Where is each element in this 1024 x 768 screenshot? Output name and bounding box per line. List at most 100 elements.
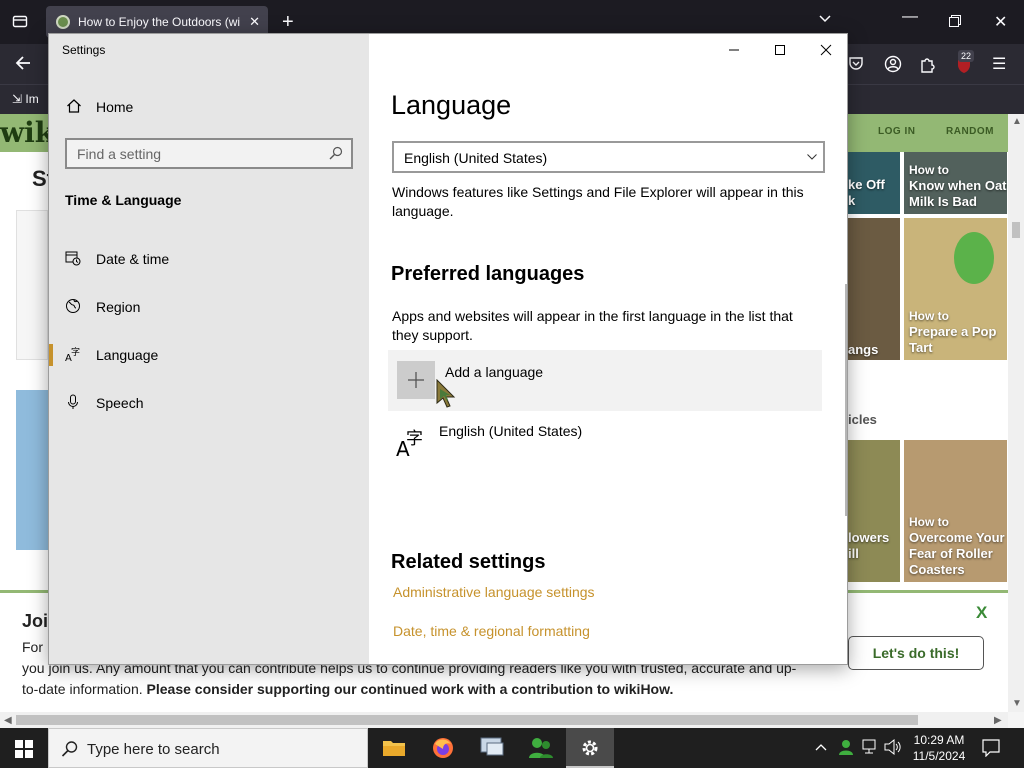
settings-content: Language English (United States) Windows… [369,34,847,664]
content-panel [16,210,48,360]
find-setting-box[interactable] [65,138,353,169]
date-time-icon [65,251,81,266]
section-heading: Time & Language [65,192,182,208]
preferred-languages-heading: Preferred languages [391,263,585,285]
sidebar-item-speech[interactable]: Speech [49,386,369,420]
svg-text:字: 字 [71,346,80,358]
file-explorer-button[interactable] [370,728,418,768]
back-arrow-icon[interactable] [14,54,32,77]
maximize-button[interactable] [757,34,803,66]
busy-cursor-icon [436,379,456,408]
taskbar-search-box[interactable] [48,728,368,768]
scroll-thumb[interactable] [16,715,918,725]
chevron-up-icon[interactable] [814,740,828,768]
display-language-dropdown[interactable]: English (United States) [392,141,825,173]
scroll-right-icon[interactable]: ▶ [994,715,1002,726]
windows-icon [15,740,33,758]
network-icon[interactable] [862,739,880,768]
home-nav-item[interactable]: Home [49,92,369,122]
bookmark-item[interactable]: ⇲ Im [12,92,39,106]
sidebar-item-region[interactable]: Region [49,290,369,324]
region-icon [66,299,80,313]
nav-login-link[interactable]: LOG IN [878,126,915,137]
related-settings-heading: Related settings [391,551,546,573]
site-logo[interactable]: wik [0,116,54,149]
minimize-icon [729,49,739,51]
vertical-scrollbar[interactable]: ▲ ▼ [1008,114,1024,712]
import-icon: ⇲ [12,92,26,106]
sidebar-item-date-time[interactable]: Date & time [49,242,369,276]
article-card[interactable]: How to Overcome Your Fear of Roller Coas… [904,440,1007,582]
close-icon [820,44,832,56]
selected-language: English (United States) [404,150,548,166]
favicon-icon [56,15,70,29]
scroll-thumb[interactable] [1012,222,1020,238]
user-status-icon[interactable] [838,738,856,768]
account-icon[interactable] [884,55,902,78]
gear-icon [582,740,598,756]
article-card[interactable]: How to Know when Oat Milk Is Bad [904,152,1007,214]
sidebar-item-language[interactable]: A字 Language [49,338,369,372]
chevron-down-icon[interactable] [818,12,832,31]
taskbar-search-input[interactable] [87,737,357,761]
chevron-down-icon [807,154,817,160]
taskbar: 10:29 AM 11/5/2024 [0,728,1024,768]
regional-formatting-link[interactable]: Date, time & regional formatting [393,623,590,639]
horizontal-scrollbar[interactable]: ◀ ▶ [0,712,1008,728]
scroll-down-icon[interactable]: ▼ [1012,698,1022,709]
system-clock[interactable]: 10:29 AM 11/5/2024 [906,732,972,764]
search-icon[interactable] [329,146,343,160]
close-tab-icon[interactable]: ✕ [249,14,260,30]
search-icon [61,741,78,757]
page-title: Language [391,90,512,120]
remote-desktop-button[interactable] [468,728,516,768]
find-setting-input[interactable] [67,140,317,167]
clock-date: 11/5/2024 [912,749,966,763]
language-icon: A字 [65,346,80,362]
minimize-icon[interactable]: — [902,8,918,26]
svg-text:字: 字 [406,429,423,449]
support-title: Joi [22,611,49,631]
close-button[interactable] [803,34,847,66]
extensions-icon[interactable] [920,55,936,78]
notifications-icon[interactable] [982,739,1000,768]
home-label: Home [96,99,134,115]
window-title: Settings [62,43,106,57]
add-language-label: Add a language [445,364,544,380]
tab-list-icon[interactable] [12,13,28,34]
display-language-description: Windows features like Settings and File … [392,184,804,219]
nav-random-link[interactable]: RANDOM [946,126,994,137]
article-card-partial[interactable]: angs [848,218,900,360]
people-app-button[interactable] [517,728,565,768]
minimize-button[interactable] [711,34,757,66]
close-window-icon[interactable]: ✕ [994,12,1007,32]
support-cta-button[interactable]: Let's do this! [848,636,984,670]
settings-window: Settings Home Time & Language Date & tim… [48,33,848,665]
language-icon: A字 [396,429,423,458]
content-scrollbar[interactable] [845,284,847,516]
firefox-button[interactable] [419,728,467,768]
start-button[interactable] [0,728,48,768]
new-tab-icon[interactable]: + [282,11,294,34]
installed-language-label: English (United States) [439,423,583,439]
maximize-icon [775,45,785,55]
preferred-languages-description: Apps and websites will appear in the fir… [392,308,793,343]
monitor-icon [480,737,504,756]
image-panel [16,390,48,550]
scroll-up-icon[interactable]: ▲ [1012,116,1022,127]
article-card-partial[interactable]: ke Off k [848,152,900,214]
article-card[interactable]: How to Prepare a Pop Tart [904,218,1007,360]
microphone-icon [68,394,78,409]
settings-app-button[interactable] [566,728,614,768]
menu-icon[interactable]: ☰ [992,54,1006,74]
clock-time: 10:29 AM [913,733,965,747]
pocket-icon[interactable] [848,55,864,76]
article-card-partial[interactable]: lowers ill [848,440,900,582]
administrative-language-link[interactable]: Administrative language settings [393,584,595,600]
language-list-item[interactable]: A字 English (United States) [388,416,822,466]
scroll-left-icon[interactable]: ◀ [4,715,12,726]
close-banner-button[interactable]: X [976,603,987,623]
home-icon [67,99,81,113]
restore-icon[interactable] [949,14,961,32]
volume-icon[interactable] [884,738,902,768]
